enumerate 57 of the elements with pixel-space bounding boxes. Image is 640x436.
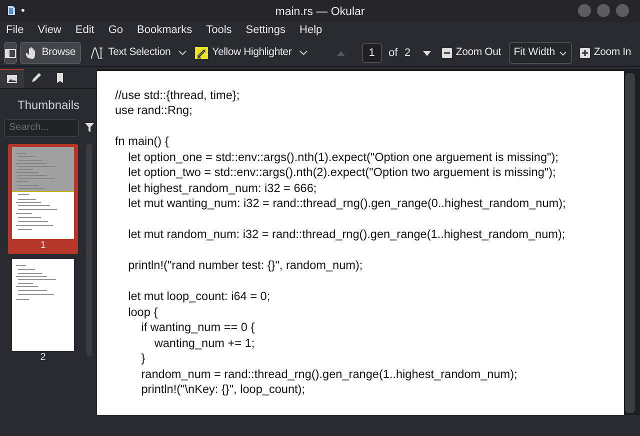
tool-button[interactable]: Yellow Highlighter [190,42,297,64]
scrollbar[interactable] [625,72,635,413]
menu-item[interactable]: Tools [206,22,232,38]
menu-item[interactable]: Settings [246,22,286,38]
window-title: main.rs — Okular [275,6,365,18]
chevron-down-icon[interactable] [299,50,308,56]
menu-item[interactable]: Bookmarks [137,22,192,38]
code-line: println!("rand number test: {}", random_num); [127,258,363,274]
code-line: let option_two = std::env::args().nth(2).expect("Option two arguement is missing"); [127,165,556,181]
code-line: let mut wanting_num: i32 = rand::thread_rng().gen_range(0..highest_random_num); [127,196,566,212]
zoom-select[interactable]: Fit Width [508,42,572,64]
pin-dot[interactable]: • [21,3,25,20]
bookmark-icon [54,72,66,84]
tool-button[interactable]: Text Selection [86,42,176,64]
sidebar-icon [5,48,16,58]
menu-item[interactable]: Go [108,22,124,38]
chevron-down-icon [559,50,568,56]
code-line: if wanting_num == 0 { [140,320,255,336]
page-total: 2 [404,46,411,61]
code-line: let mut random_num: i32 = rand::thread_rng().gen_range(1..highest_random_num); [127,227,566,243]
code-line: fn main() { [115,134,169,150]
app-icon [7,5,16,16]
code-line: println!("\nKey: {}", loop_count); [140,382,306,398]
text-select-icon [91,47,104,60]
zoom-out-button[interactable]: Zoom Out [436,42,506,64]
minus-icon [442,48,452,58]
menu-item[interactable]: View [38,22,62,38]
menu-item[interactable]: Help [300,22,322,38]
filter-icon[interactable] [84,123,94,132]
code-line: //use std::{thread, time}; [115,88,240,104]
page-field[interactable]: 1 [362,43,382,64]
code-line: use rand::Rng; [115,103,192,119]
highlighter-icon [195,47,208,60]
code-line: let highest_random_num: i32 = 666; [127,180,317,196]
code-line: wanting_num += 1; [153,336,255,352]
page-thumbnail[interactable]: 1 [8,144,78,254]
pen-icon [30,72,42,84]
menu-item[interactable]: Edit [75,22,94,38]
code-line: loop { [127,304,158,320]
image-icon [6,72,18,85]
zoom-in-button[interactable]: Zoom In [574,42,636,64]
code-line: let mut loop_count: i64 = 0; [127,289,270,305]
search-field[interactable]: Search... [4,118,79,137]
of-label: of [388,46,398,61]
sidebar-tab[interactable] [0,68,24,88]
menu-item[interactable]: File [6,22,24,38]
tool-button[interactable]: Browse [20,42,81,64]
code-line: let option_one = std::env::args().nth(1).expect("Option one arguement is missing"); [127,150,558,166]
chevron-down-icon[interactable] [178,50,188,56]
code-line: } [140,351,146,367]
down-arrow-icon[interactable] [423,50,432,56]
sidebar-heading: Thumbnails [17,98,80,112]
sidebar-toggle-button[interactable] [4,42,17,64]
page-thumbnail[interactable]: 2 [8,256,78,366]
hand-icon [24,47,38,60]
code-line: random_num = rand::thread_rng().gen_range(1..highest_random_num); [140,366,518,382]
plus-icon [580,48,590,58]
